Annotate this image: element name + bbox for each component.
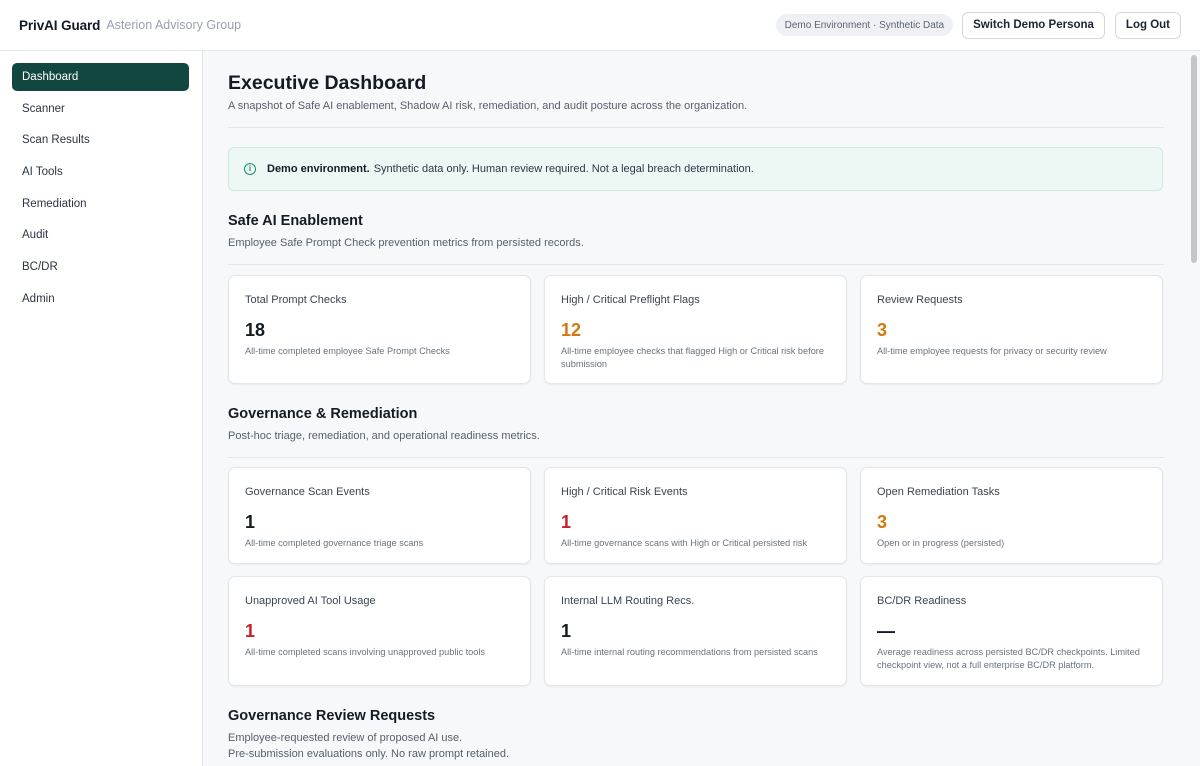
metric-label: Total Prompt Checks [245, 294, 347, 306]
sidebar-item-remediation[interactable]: Remediation [12, 190, 189, 218]
metric-value: 1 [561, 512, 572, 532]
metric-value: 12 [561, 320, 582, 340]
scrollbar-thumb[interactable] [1191, 55, 1197, 263]
section-subtitle-review-line2: Pre-submission evaluations only. No raw … [228, 748, 510, 760]
metric-card-internal-llm-routing[interactable]: Internal LLM Routing Recs. 1 All-time in… [544, 576, 847, 686]
metric-label: High / Critical Risk Events [561, 486, 688, 498]
metric-description: All-time completed employee Safe Prompt … [245, 346, 450, 356]
metric-description: All-time employee requests for privacy o… [877, 346, 1107, 356]
info-icon: i [244, 163, 256, 175]
organization-name: Asterion Advisory Group [106, 18, 242, 32]
page-title: Executive Dashboard [228, 72, 427, 94]
metric-card-bcdr-readiness[interactable]: BC/DR Readiness — Average readiness acro… [860, 576, 1163, 686]
metric-label: High / Critical Preflight Flags [561, 294, 700, 306]
metric-label: Review Requests [877, 294, 963, 306]
section-subtitle-enablement: Employee Safe Prompt Check prevention me… [228, 237, 584, 249]
sidebar-item-ai-tools[interactable]: AI Tools [12, 158, 189, 186]
switch-persona-button[interactable]: Switch Demo Persona [962, 11, 1105, 39]
divider [228, 127, 1164, 128]
metric-card-total-prompt-checks[interactable]: Total Prompt Checks 18 All-time complete… [228, 275, 531, 384]
metric-description: Average readiness across persisted BC/DR… [877, 647, 1140, 670]
metric-value: 1 [561, 621, 572, 641]
demo-notice: i Demo environment. Synthetic data only.… [228, 147, 1163, 191]
metric-description: All-time completed scans involving unapp… [245, 647, 486, 657]
metric-card-open-remediation-tasks[interactable]: Open Remediation Tasks 3 Open or in prog… [860, 467, 1163, 564]
sidebar-item-admin[interactable]: Admin [12, 285, 189, 313]
divider [228, 457, 1164, 458]
section-title-enablement: Safe AI Enablement [228, 213, 363, 229]
metric-label: Unapproved AI Tool Usage [245, 595, 376, 607]
metric-description: All-time internal routing recommendation… [561, 647, 818, 657]
metric-description: All-time completed governance triage sca… [245, 538, 424, 548]
notice-title: Demo environment. [267, 163, 370, 175]
brand-logo[interactable]: PrivAI Guard [19, 18, 100, 33]
metric-card-review-requests[interactable]: Review Requests 3 All-time employee requ… [860, 275, 1163, 384]
metric-description: Open or in progress (persisted) [877, 538, 1005, 548]
metric-description: All-time employee checks that flagged Hi… [561, 346, 824, 369]
section-subtitle-governance: Post-hoc triage, remediation, and operat… [228, 430, 540, 442]
scrollbar[interactable] [1188, 51, 1200, 766]
metric-label: Open Remediation Tasks [877, 486, 1000, 498]
metric-value: 18 [245, 320, 266, 340]
section-title-review-requests: Governance Review Requests [228, 708, 436, 724]
metric-value: 1 [245, 621, 256, 641]
metric-label: Internal LLM Routing Recs. [561, 595, 695, 607]
metric-value: — [877, 621, 895, 641]
metric-description: All-time governance scans with High or C… [561, 538, 808, 548]
section-title-governance: Governance & Remediation [228, 406, 418, 422]
metric-value: 3 [877, 320, 888, 340]
divider [228, 264, 1164, 265]
page-subtitle: A snapshot of Safe AI enablement, Shadow… [228, 100, 748, 112]
metric-card-unapproved-ai-tool-usage[interactable]: Unapproved AI Tool Usage 1 All-time comp… [228, 576, 531, 686]
environment-badge: Demo Environment · Synthetic Data [775, 14, 954, 36]
sidebar: Dashboard Scanner Scan Results AI Tools … [0, 51, 203, 766]
metric-card-preflight-flags[interactable]: High / Critical Preflight Flags 12 All-t… [544, 275, 847, 384]
logout-button[interactable]: Log Out [1114, 11, 1181, 39]
sidebar-item-audit[interactable]: Audit [12, 221, 189, 249]
sidebar-item-dashboard[interactable]: Dashboard [12, 63, 189, 91]
sidebar-item-bcdr[interactable]: BC/DR [12, 253, 189, 281]
metric-label: Governance Scan Events [245, 486, 370, 498]
sidebar-item-scanner[interactable]: Scanner [12, 95, 189, 123]
metric-card-governance-scan-events[interactable]: Governance Scan Events 1 All-time comple… [228, 467, 531, 564]
metric-card-high-critical-risk-events[interactable]: High / Critical Risk Events 1 All-time g… [544, 467, 847, 564]
top-bar: PrivAI Guard Asterion Advisory Group Dem… [0, 0, 1200, 51]
metric-value: 1 [245, 512, 256, 532]
notice-text: Synthetic data only. Human review requir… [373, 163, 754, 175]
metric-label: BC/DR Readiness [877, 595, 967, 607]
sidebar-item-scan-results[interactable]: Scan Results [12, 126, 189, 154]
metric-value: 3 [877, 512, 888, 532]
